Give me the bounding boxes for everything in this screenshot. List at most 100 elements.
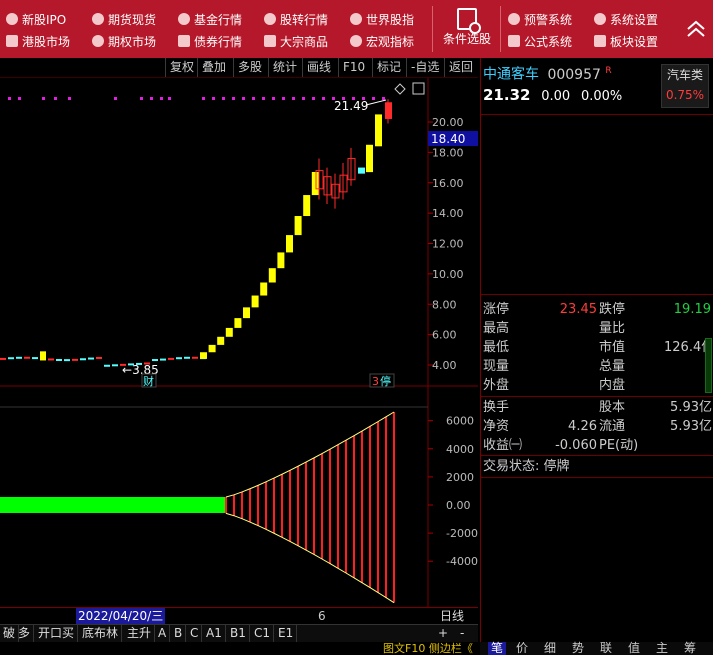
tab-c1[interactable]: C1 <box>251 625 275 642</box>
candle <box>40 351 46 361</box>
status-left-text[interactable]: 图文F10 侧边栏《 <box>383 642 473 655</box>
tab-a[interactable]: A <box>155 625 171 642</box>
menu-multi-stock[interactable]: 多股 <box>233 58 266 77</box>
candle <box>251 295 259 308</box>
tab-shi[interactable]: 势 <box>572 642 584 655</box>
zoom-out-button[interactable]: - <box>460 625 464 642</box>
indicator-green-band <box>0 497 226 513</box>
candle <box>303 195 311 217</box>
value-dieting: 19.19 <box>673 302 711 317</box>
period-label[interactable]: 日线 <box>440 608 464 624</box>
tab-xi[interactable]: 细 <box>544 642 556 655</box>
value-liutong: 5.93亿 <box>670 419 712 434</box>
tab-b[interactable]: B <box>171 625 187 642</box>
menu-mark[interactable]: 标记 <box>372 58 405 77</box>
toolbar-item-fund[interactable]: 基金行情 <box>178 10 242 30</box>
tab-zhusheng[interactable]: 主升 <box>124 625 156 642</box>
price-tick-label: 10.00 <box>432 268 464 281</box>
stock-price-row: 21.32 0.00 0.00% <box>483 86 622 105</box>
tab-zhi[interactable]: 值 <box>628 642 640 655</box>
toolbar-item-formula[interactable]: 公式系统 <box>508 32 572 52</box>
tab-zhu[interactable]: 主 <box>656 642 668 655</box>
condition-select-button[interactable]: 条件选股 <box>437 6 497 54</box>
menu-back[interactable]: 返回 <box>444 58 477 77</box>
signal-dot <box>242 97 245 100</box>
tab-kaikoumai[interactable]: 开口买 <box>35 625 79 642</box>
formula-icon <box>508 35 520 47</box>
toolbar-item-hk[interactable]: 港股市场 <box>6 32 70 52</box>
menu-overlay[interactable]: 叠加 <box>197 58 230 77</box>
sector-name: 汽车类 <box>666 68 703 82</box>
candle <box>375 114 382 147</box>
collapse-chevron-icon[interactable] <box>685 18 707 40</box>
tab-lian[interactable]: 联 <box>600 642 612 655</box>
date-tick: 6 <box>318 609 326 623</box>
stock-code: 000957 <box>547 66 601 83</box>
toolbar-item-settings[interactable]: 系统设置 <box>594 10 658 30</box>
tab-dibulin[interactable]: 底布林 <box>79 625 123 642</box>
indicator-bars-group <box>0 411 395 604</box>
signal-dot <box>292 97 295 100</box>
signal-dot <box>222 97 225 100</box>
tab-chou[interactable]: 筹 <box>684 642 696 655</box>
signal-dot <box>212 97 215 100</box>
finance-marker[interactable]: 财 <box>143 374 154 388</box>
high-price-label: 21.49 <box>334 99 368 113</box>
menu-fuquan[interactable]: 复权 <box>165 58 198 77</box>
suspend-marker-prefix[interactable]: 3 <box>372 375 379 388</box>
label-jingzi: 净资 <box>483 419 510 434</box>
tab-a1[interactable]: A1 <box>203 625 226 642</box>
toolbar-item-commodity[interactable]: 大宗商品 <box>264 32 328 52</box>
candle <box>217 336 225 345</box>
toolbar-item-futures[interactable]: 期货现货 <box>92 10 156 30</box>
price-tick-label: 18.00 <box>432 146 464 159</box>
ipo-icon <box>6 13 18 25</box>
suspend-marker[interactable]: 停 <box>380 374 391 388</box>
menu-remove-watchlist[interactable]: -自选 <box>406 58 443 77</box>
toolbar-item-alert[interactable]: 预警系统 <box>508 10 572 30</box>
value-zhangting: 23.45 <box>559 302 597 317</box>
toolbar-item-world-index[interactable]: 世界股指 <box>350 10 414 30</box>
window-toggle-icon[interactable] <box>412 82 425 95</box>
cursor-date-label: 2022/04/20/三 <box>76 608 166 624</box>
label-shizhi: 市值 <box>599 340 626 355</box>
stock-name[interactable]: 中通客车 <box>483 67 539 83</box>
menu-draw-line[interactable]: 画线 <box>302 58 335 77</box>
signal-dot <box>160 97 163 100</box>
price-tick-label: 8.00 <box>432 298 457 311</box>
toolbar-item-bond[interactable]: 债券行情 <box>178 32 242 52</box>
tab-jia[interactable]: 价 <box>516 642 528 655</box>
kline-chart[interactable]: 20.00 18.00 16.00 14.00 12.00 10.00 8.00 6.00 4.… <box>0 78 478 608</box>
toolbar-item-ipo[interactable]: 新股IPO <box>6 10 66 30</box>
tab-c[interactable]: C <box>187 625 203 642</box>
block-icon <box>594 35 606 47</box>
candle <box>208 344 216 353</box>
panel-scrollbar[interactable] <box>705 338 712 393</box>
signal-dot <box>302 97 305 100</box>
menu-f10[interactable]: F10 <box>338 58 369 77</box>
label-waipan: 外盘 <box>483 378 510 393</box>
menu-statistics[interactable]: 统计 <box>268 58 301 77</box>
top-toolbar: 新股IPO 期货现货 基金行情 股转行情 世界股指 港股市场 期权市场 债券行情… <box>0 0 713 58</box>
kline-chart-svg[interactable]: 20.00 18.00 16.00 14.00 12.00 10.00 8.00 6.00 4.… <box>0 78 478 608</box>
toolbar-item-block-settings[interactable]: 板块设置 <box>594 32 658 52</box>
current-price-tag: 18.40 <box>431 132 465 146</box>
toolbar-item-neeq[interactable]: 股转行情 <box>264 10 328 30</box>
signal-dot <box>42 97 45 100</box>
zoom-in-button[interactable]: + <box>438 625 448 642</box>
tab-bi[interactable]: 笔 <box>488 642 507 655</box>
candle <box>260 282 268 296</box>
label-zongliang: 总量 <box>599 359 626 374</box>
tab-e1[interactable]: E1 <box>275 625 298 642</box>
tab-duo[interactable]: 多 <box>15 625 35 642</box>
stock-badge: R <box>605 66 612 76</box>
tab-b1[interactable]: B1 <box>227 625 250 642</box>
toolbar-item-options[interactable]: 期权市场 <box>92 32 156 52</box>
value-jingzi: 4.26 <box>568 419 597 434</box>
indicator-tick-label: 6000 <box>446 415 474 428</box>
toolbar-item-macro[interactable]: 宏观指标 <box>350 32 414 52</box>
diamond-icon[interactable] <box>394 83 406 95</box>
sector-box[interactable]: 汽车类 0.75% <box>661 64 709 108</box>
label-guben: 股本 <box>599 400 626 415</box>
panel-divider <box>481 396 713 397</box>
